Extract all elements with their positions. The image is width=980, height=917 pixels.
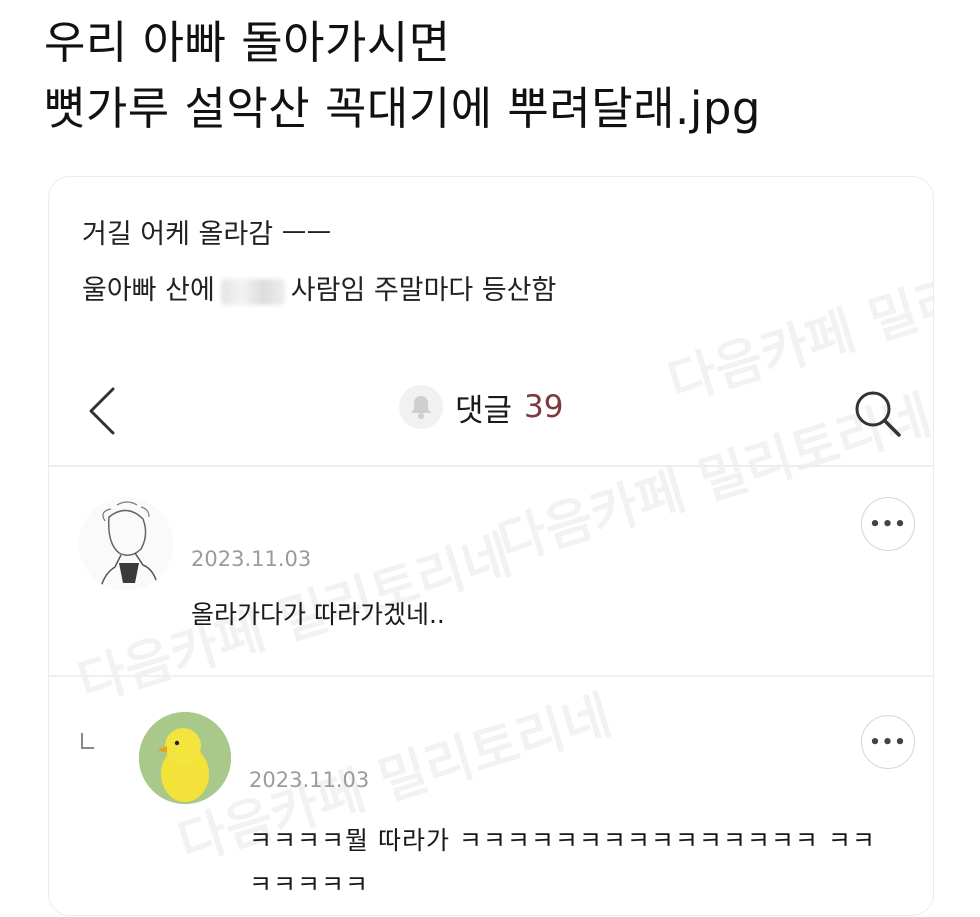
chevron-left-icon[interactable] [83,383,123,439]
more-options-button[interactable]: ••• [861,497,915,551]
post-body: 거길 어케 올라감 ㅡㅡ 울아빠 산에 사람임 주말마다 등산함 [82,207,556,319]
comments-count: 39 [524,389,564,425]
post-line-2-end: 사람임 주말마다 등산함 [290,275,557,306]
comment-text: 올라가다가 따라가겠네.. [191,600,445,629]
post-line-2-start: 울아빠 산에 [82,275,215,306]
headline-line-2: 뼛가루 설악산 꼭대기에 뿌려달래.jpg [44,82,761,135]
more-options-button[interactable]: ••• [861,715,915,769]
headline-line-1: 우리 아빠 돌아가시면 [44,16,451,69]
reply-item: 2023.11.03 ㅋㅋㅋㅋ뭘 따라가 ㅋㅋㅋㅋㅋㅋㅋㅋㅋㅋㅋㅋㅋㅋㅋ ㅋㅋㅋ… [49,677,933,915]
comment-item: 2023.11.03 올라가다가 따라가겠네.. ••• [49,467,933,677]
post-line-1: 거길 어케 올라감 ㅡㅡ [82,219,332,250]
yellow-bird-avatar[interactable] [139,712,231,804]
screenshot-card: 다음카페 밀리토리네 다음카페 밀리토리네 다음카페 밀리토리네 다음카페 밀리… [48,176,934,916]
search-icon[interactable] [849,385,905,441]
comment-text: ㅋㅋㅋㅋ뭘 따라가 ㅋㅋㅋㅋㅋㅋㅋㅋㅋㅋㅋㅋㅋㅋㅋ ㅋㅋㅋㅋㅋㅋㅋ [249,826,876,899]
blurred-word [220,278,285,305]
comment-date: 2023.11.03 [191,547,312,571]
comments-label: 댓글 [455,392,513,429]
comments-header: 댓글 39 [399,377,564,437]
headline: 우리 아빠 돌아가시면 뼛가루 설악산 꼭대기에 뿌려달래.jpg [44,10,761,142]
sketch-person-avatar[interactable] [79,497,173,591]
bell-icon[interactable] [399,385,443,429]
comments-nav-bar: 댓글 39 [49,365,933,467]
post-line-2: 울아빠 산에 사람임 주말마다 등산함 [82,263,556,319]
comment-date: 2023.11.03 [249,768,370,792]
reply-indicator-icon [81,733,94,749]
